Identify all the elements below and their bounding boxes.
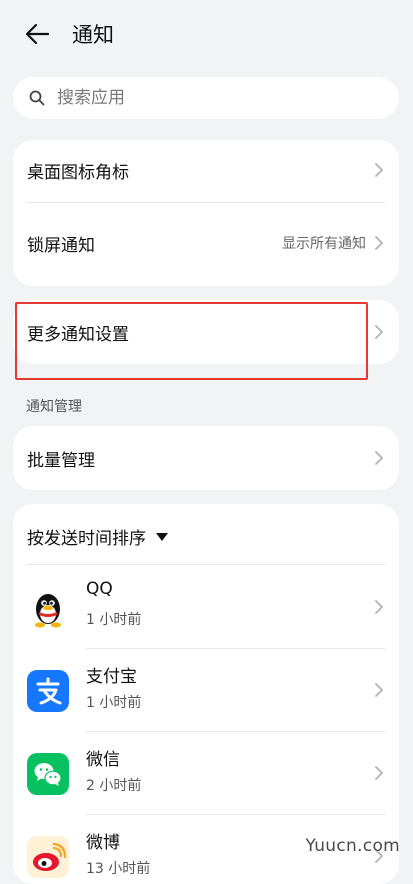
back-arrow-icon bbox=[25, 23, 50, 45]
lockscreen-setting-label: 锁屏通知 bbox=[27, 235, 95, 256]
divider bbox=[27, 564, 385, 565]
batch-manage-label: 批量管理 bbox=[27, 450, 95, 471]
app-time: 13 小时前 bbox=[86, 861, 151, 877]
chevron-right-icon bbox=[375, 163, 383, 177]
app-name: 微博 bbox=[86, 833, 120, 853]
app-time: 1 小时前 bbox=[86, 612, 142, 628]
weibo-icon bbox=[27, 836, 69, 878]
list-item-qq[interactable]: QQ 1 小时前 bbox=[13, 566, 399, 648]
alipay-icon bbox=[27, 670, 69, 712]
chevron-right-icon bbox=[375, 451, 383, 465]
chevron-right-icon bbox=[375, 683, 383, 697]
chevron-right-icon bbox=[375, 766, 383, 780]
list-item-wechat[interactable]: 微信 2 小时前 bbox=[13, 732, 399, 814]
chevron-right-icon bbox=[375, 325, 383, 339]
page-title: 通知 bbox=[72, 23, 114, 47]
app-name: 支付宝 bbox=[86, 667, 137, 687]
list-item-alipay[interactable]: 支付宝 1 小时前 bbox=[13, 649, 399, 731]
lockscreen-setting-row[interactable]: 锁屏通知 显示所有通知 bbox=[13, 212, 399, 274]
search-input[interactable] bbox=[55, 87, 359, 109]
app-name: QQ bbox=[86, 579, 113, 599]
lockscreen-setting-value: 显示所有通知 bbox=[282, 236, 366, 252]
badge-setting-row[interactable]: 桌面图标角标 bbox=[13, 140, 399, 200]
section-title: 通知管理 bbox=[26, 399, 82, 415]
wechat-icon bbox=[27, 753, 69, 795]
more-settings-row[interactable]: 更多通知设置 bbox=[13, 300, 399, 364]
app-time: 1 小时前 bbox=[86, 695, 142, 711]
sort-dropdown[interactable]: 按发送时间排序 bbox=[27, 524, 168, 549]
app-name: 微信 bbox=[86, 750, 120, 770]
qq-icon bbox=[27, 587, 69, 629]
header: 通知 bbox=[0, 0, 413, 68]
watermark: Yuucn.com bbox=[305, 836, 400, 856]
more-settings-card: 更多通知设置 bbox=[13, 300, 399, 364]
search-icon bbox=[29, 90, 45, 106]
divider bbox=[27, 202, 385, 203]
settings-card: 桌面图标角标 锁屏通知 显示所有通知 bbox=[13, 140, 399, 286]
batch-manage-row[interactable]: 批量管理 bbox=[13, 426, 399, 490]
search-bar[interactable] bbox=[13, 77, 399, 119]
back-button[interactable] bbox=[22, 18, 54, 50]
caret-down-icon bbox=[156, 532, 168, 541]
chevron-right-icon bbox=[375, 600, 383, 614]
more-settings-label: 更多通知设置 bbox=[27, 324, 129, 345]
badge-setting-label: 桌面图标角标 bbox=[27, 162, 129, 183]
sort-label: 按发送时间排序 bbox=[27, 529, 146, 549]
apps-card: 按发送时间排序 QQ 1 小时前 支付宝 1 小时前 微信 2 小时前 微博 1… bbox=[13, 504, 399, 884]
batch-card: 批量管理 bbox=[13, 426, 399, 490]
app-time: 2 小时前 bbox=[86, 778, 142, 794]
chevron-right-icon bbox=[375, 236, 383, 250]
